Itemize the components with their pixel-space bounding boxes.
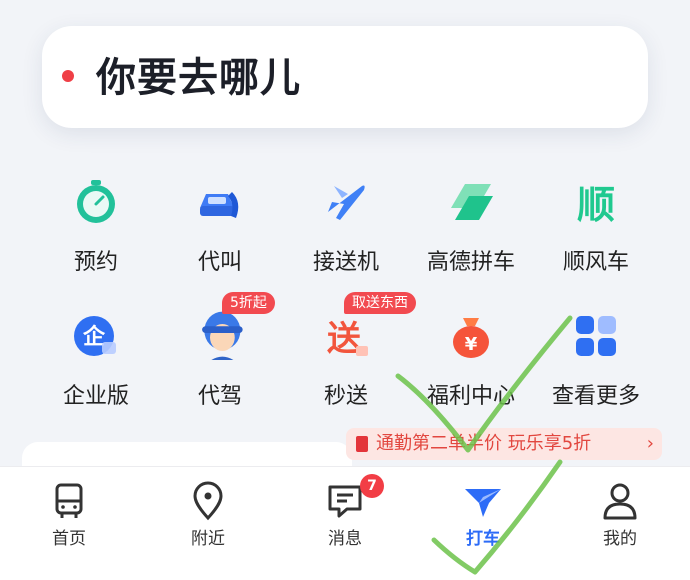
tab-label: 消息: [328, 529, 362, 549]
search-dot: [62, 70, 74, 82]
bottom-tab-bar: 首页 附近 消息 打车 我的: [0, 466, 690, 580]
airplane-icon: [328, 185, 365, 220]
tab-label: 我的: [603, 529, 637, 549]
service-label: 福利中心: [426, 384, 515, 409]
tab-label: 首页: [52, 529, 86, 549]
profile-icon: [603, 483, 637, 520]
svg-text:¥: ¥: [465, 334, 478, 355]
tab-label: 打车: [466, 529, 500, 549]
enterprise-icon: 企: [74, 316, 116, 356]
service-label: 代叫: [197, 250, 242, 275]
express-delivery-icon: 送: [327, 319, 368, 359]
stopwatch-icon: [77, 180, 115, 223]
svg-text:顺: 顺: [577, 183, 615, 226]
service-label: 代驾: [197, 384, 242, 409]
message-count-badge: 7: [360, 474, 384, 498]
chevron-right-icon: ›: [646, 433, 654, 454]
tab-label: 附近: [191, 529, 225, 549]
more-grid-icon: [576, 316, 616, 356]
service-label: 秒送: [323, 384, 368, 409]
service-label: 预约: [73, 250, 118, 275]
service-badge: 取送东西: [344, 292, 416, 314]
driver-avatar-icon: [202, 311, 243, 360]
car-phone-icon: [200, 192, 239, 218]
taxi-plane-icon: [465, 489, 501, 517]
money-bag-icon: ¥: [453, 318, 489, 358]
shunfeng-icon: 顺: [577, 183, 615, 226]
service-label: 接送机: [312, 250, 379, 275]
bus-icon: [55, 483, 83, 518]
destination-search-text[interactable]: 你要去哪儿: [96, 52, 301, 104]
svg-text:送: 送: [327, 319, 361, 359]
carpool-icon: [451, 184, 493, 220]
promo-banner[interactable]: 通勤第二单半价 玩乐享5折 ›: [346, 428, 662, 460]
promo-text: 通勤第二单半价 玩乐享5折: [376, 433, 592, 454]
service-badge: 5折起: [222, 292, 275, 314]
red-packet-icon: [356, 436, 368, 452]
service-label: 顺风车: [562, 250, 629, 275]
service-label: 企业版: [62, 384, 129, 409]
service-label: 高德拼车: [426, 250, 515, 275]
service-label: 查看更多: [551, 384, 640, 409]
location-pin-icon: [193, 481, 223, 521]
message-icon: [328, 485, 362, 518]
